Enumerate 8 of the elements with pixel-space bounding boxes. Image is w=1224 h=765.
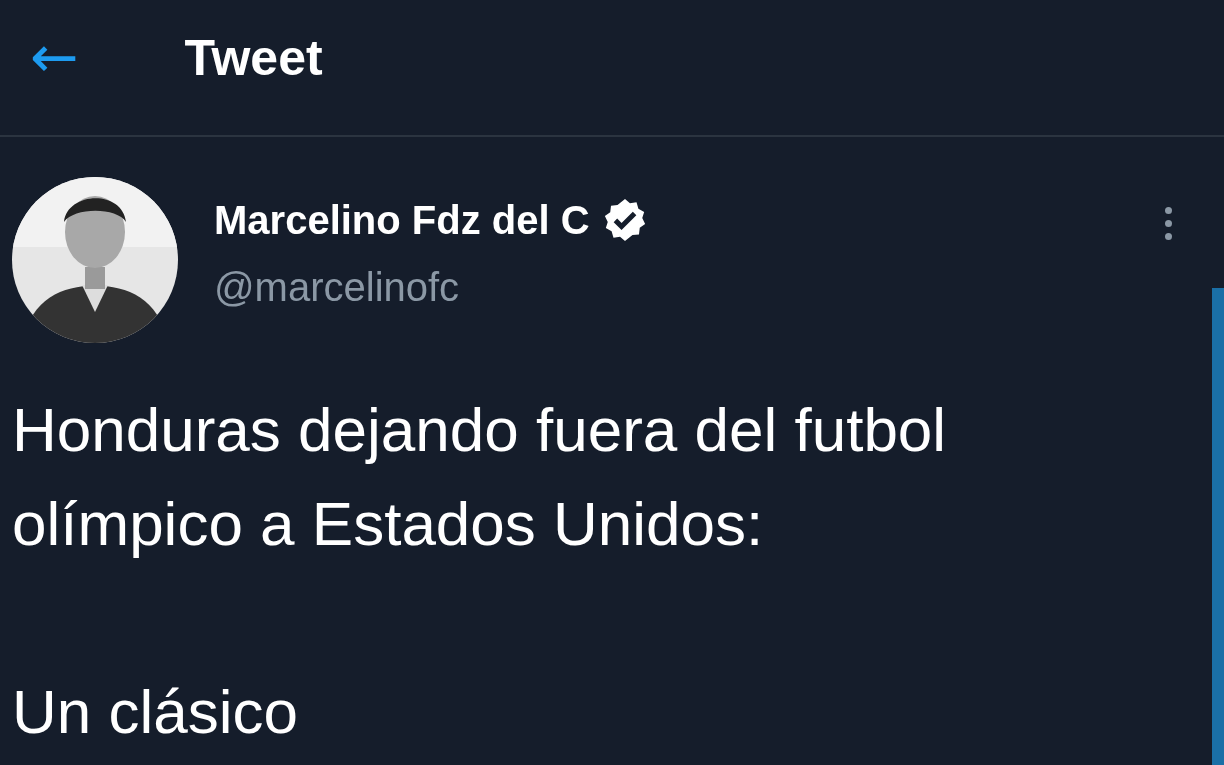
back-button[interactable]: ← — [30, 27, 79, 86]
author-handle[interactable]: @marcelinofc — [214, 265, 648, 310]
more-options-icon[interactable] — [1165, 207, 1172, 240]
author-name[interactable]: Marcelino Fdz del C — [214, 197, 590, 243]
page-title: Tweet — [184, 28, 323, 87]
tweet-text: Honduras dejando fuera del futbol olímpico a Estados Unidos: — [12, 394, 948, 560]
tweet-text: Un clásico — [12, 676, 299, 748]
scroll-bar[interactable] — [1212, 288, 1224, 765]
